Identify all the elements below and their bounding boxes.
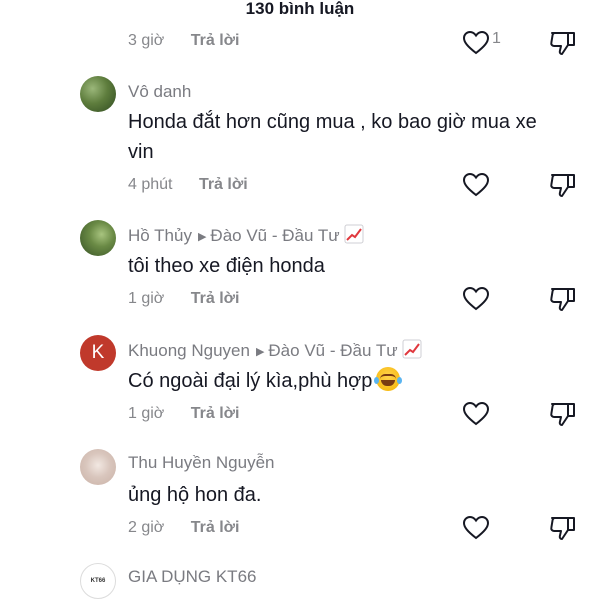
- comment-meta: 1 giờ Trả lời: [128, 405, 239, 423]
- reply-button[interactable]: Trả lời: [199, 176, 248, 193]
- avatar[interactable]: [80, 220, 116, 256]
- thumbs-down-outline-icon: [550, 32, 575, 55]
- chart-increasing-icon: [402, 339, 422, 359]
- dislike-button[interactable]: [549, 172, 577, 198]
- like-button[interactable]: [462, 30, 490, 56]
- reply-arrow-icon: ▶: [197, 231, 207, 243]
- comment-meta: 2 giờ Trả lời: [128, 519, 239, 537]
- heart-outline-icon: [462, 172, 490, 197]
- dislike-button[interactable]: [549, 30, 577, 56]
- comment-text: Honda đắt hơn cũng mua , ko bao giờ mua …: [128, 111, 537, 163]
- reply-button[interactable]: Trả lời: [191, 519, 240, 536]
- comment-time: 1 giờ: [128, 290, 165, 307]
- laughing-tears-emoji-icon: [374, 367, 403, 391]
- commenter-name[interactable]: Hồ Thủy ▶ Đào Vũ - Đầu Tư: [128, 224, 364, 247]
- reply-to-name: Đào Vũ - Đầu Tư: [210, 226, 340, 245]
- commenter-name[interactable]: Vô danh: [128, 82, 191, 102]
- comment-time: 4 phút: [128, 176, 173, 193]
- thumbs-down-outline-icon: [550, 174, 575, 197]
- reply-button[interactable]: Trả lời: [191, 405, 240, 422]
- thumbs-down-outline-icon: [550, 517, 575, 540]
- comment-text: tôi theo xe điện honda: [128, 255, 325, 277]
- dislike-button[interactable]: [549, 401, 577, 427]
- like-button[interactable]: [462, 172, 490, 198]
- avatar[interactable]: [80, 76, 116, 112]
- heart-outline-icon: [462, 286, 490, 311]
- comment-item: KT66 GIA DỤNG KT66: [0, 563, 600, 600]
- comments-header: 130 bình luận: [0, 0, 600, 22]
- reply-button[interactable]: Trả lời: [191, 32, 240, 49]
- avatar[interactable]: K: [80, 335, 116, 371]
- heart-outline-icon: [462, 515, 490, 540]
- reply-arrow-icon: ▶: [255, 346, 265, 358]
- partial-comment-row: 3 giờ Trả lời 1: [0, 28, 600, 56]
- commenter-name[interactable]: Thu Huyền Nguyễn: [128, 453, 274, 473]
- comment-meta: 3 giờ Trả lời: [128, 32, 239, 50]
- comment-time: 3 giờ: [128, 32, 165, 49]
- thumbs-down-outline-icon: [550, 288, 575, 311]
- like-button[interactable]: [462, 401, 490, 427]
- heart-outline-icon: [462, 30, 490, 55]
- like-button[interactable]: [462, 515, 490, 541]
- reply-to-name: Đào Vũ - Đầu Tư: [268, 341, 398, 360]
- thumbs-down-outline-icon: [550, 403, 575, 426]
- comment-meta: 1 giờ Trả lời: [128, 290, 239, 308]
- comment-time: 2 giờ: [128, 519, 165, 536]
- avatar[interactable]: [80, 449, 116, 485]
- comment-meta: 4 phút Trả lời: [128, 176, 248, 194]
- comment-time: 1 giờ: [128, 405, 165, 422]
- comments-count-title: 130 bình luận: [245, 0, 355, 18]
- like-button[interactable]: [462, 286, 490, 312]
- like-count: 1: [492, 30, 501, 47]
- comment-text: Có ngoài đại lý kìa,phù hợp: [128, 366, 548, 396]
- avatar[interactable]: KT66: [80, 563, 116, 599]
- commenter-name[interactable]: Khuong Nguyen ▶ Đào Vũ - Đầu Tư: [128, 339, 422, 362]
- commenter-name[interactable]: GIA DỤNG KT66: [128, 567, 256, 587]
- chart-increasing-icon: [344, 224, 364, 244]
- dislike-button[interactable]: [549, 286, 577, 312]
- reply-button[interactable]: Trả lời: [191, 290, 240, 307]
- dislike-button[interactable]: [549, 515, 577, 541]
- comment-text: ủng hộ hon đa.: [128, 484, 262, 506]
- heart-outline-icon: [462, 401, 490, 426]
